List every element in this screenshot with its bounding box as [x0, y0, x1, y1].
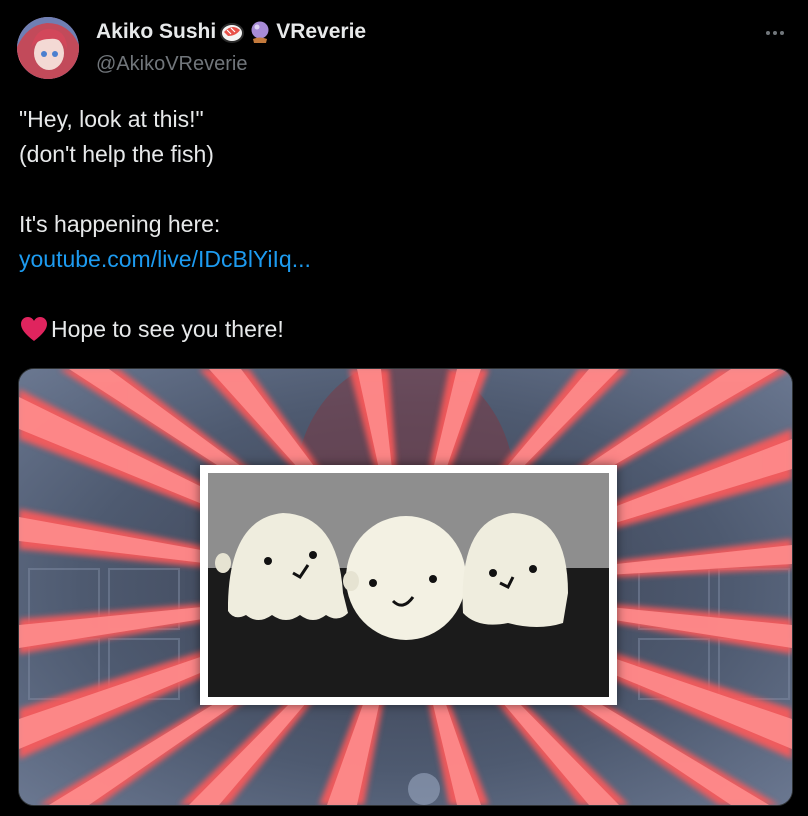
- avatar[interactable]: [17, 17, 79, 79]
- tweet-line: "Hey, look at this!": [19, 106, 204, 132]
- sushi-icon: [220, 23, 245, 43]
- plushies-image: [208, 473, 609, 697]
- heart-icon: [21, 317, 47, 341]
- youtube-link[interactable]: youtube.com/live/IDcBlYiIq...: [19, 246, 311, 272]
- avatar-image: [17, 17, 79, 79]
- tweet-text: "Hey, look at this!" (don't help the fis…: [19, 102, 311, 347]
- handle[interactable]: @AkikoVReverie: [96, 53, 247, 76]
- more-options-button[interactable]: [760, 22, 790, 44]
- display-name-text: Akiko Sushi: [96, 20, 217, 43]
- tweet-line: Hope to see you there!: [51, 316, 284, 342]
- display-name-suffix: VReverie: [276, 20, 367, 43]
- more-dot: [773, 31, 777, 35]
- photo-frame: [200, 465, 617, 705]
- tweet-line: It's happening here:: [19, 211, 221, 237]
- more-dot: [766, 31, 770, 35]
- more-dot: [780, 31, 784, 35]
- tweet-line: (don't help the fish): [19, 141, 214, 167]
- plushies-photo: [208, 473, 609, 697]
- display-name[interactable]: Akiko Sushi VReverie: [96, 20, 366, 44]
- media-image[interactable]: [18, 368, 793, 806]
- crystal-ball-icon: [251, 21, 269, 43]
- tweet: Akiko Sushi VReverie @AkikoVReverie "Hey…: [0, 0, 808, 816]
